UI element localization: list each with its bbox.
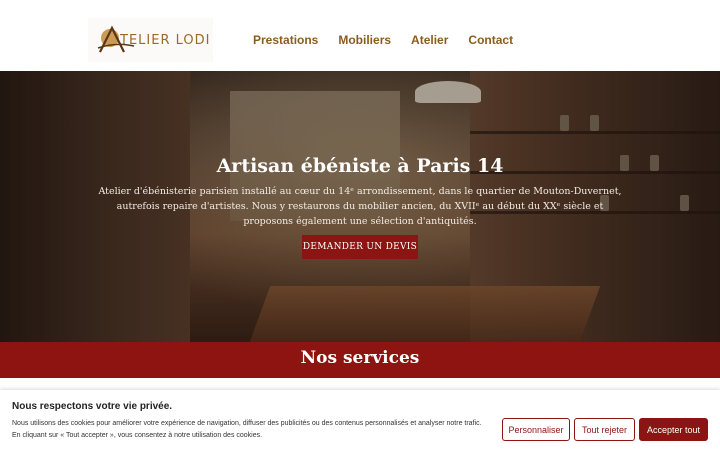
- services-band: Nos services: [0, 342, 720, 378]
- services-title: Nos services: [300, 348, 420, 368]
- accept-all-cookies-button[interactable]: Accepter tout: [639, 418, 708, 441]
- hero-description: Atelier d'ébénisterie parisien installé …: [98, 186, 622, 227]
- main-nav: Prestations Mobiliers Atelier Contact: [253, 33, 533, 47]
- customize-cookies-button[interactable]: Personnaliser: [502, 418, 570, 441]
- reject-all-cookies-button[interactable]: Tout rejeter: [574, 418, 635, 441]
- site-header: TELIER LODI Prestations Mobiliers Atelie…: [0, 0, 720, 71]
- hero-section: Artisan ébéniste à Paris 14 Atelier d'éb…: [0, 71, 720, 342]
- cookie-banner: Nous respectons votre vie privée. Nous u…: [0, 390, 720, 450]
- nav-item-prestations[interactable]: Prestations: [253, 33, 318, 47]
- hero-title: Artisan ébéniste à Paris 14: [216, 155, 504, 177]
- request-quote-button[interactable]: DEMANDER UN DEVIS: [302, 235, 418, 259]
- nav-item-mobiliers[interactable]: Mobiliers: [338, 33, 391, 47]
- nav-item-atelier[interactable]: Atelier: [411, 33, 448, 47]
- nav-item-contact[interactable]: Contact: [468, 33, 513, 47]
- cookie-text: Nous utilisons des cookies pour améliore…: [12, 420, 482, 439]
- cookie-title: Nous respectons votre vie privée.: [12, 401, 173, 412]
- site-logo[interactable]: TELIER LODI: [88, 18, 213, 62]
- logo-text: TELIER LODI: [120, 33, 211, 48]
